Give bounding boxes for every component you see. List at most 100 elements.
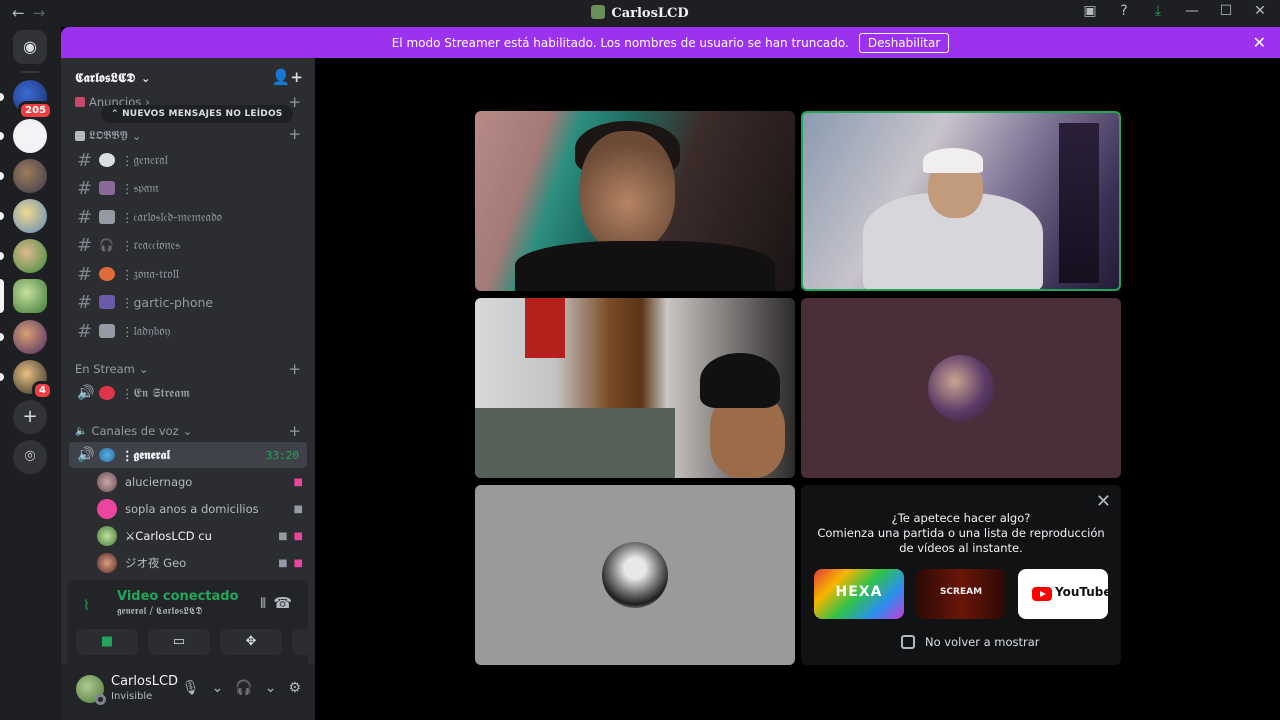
voice-channel-general[interactable]: 🔊 ⋮ 𝖌𝖊𝖓𝖊𝖗𝖆𝖑 33:20 — [69, 442, 307, 468]
close-icon[interactable]: ✕ — [1096, 491, 1111, 512]
explore-servers-button[interactable]: ⌾ — [13, 440, 47, 474]
noise-suppression-icon[interactable]: ⫴ — [260, 596, 266, 612]
forward-arrow-icon[interactable]: → — [33, 4, 46, 22]
avatar — [97, 472, 117, 492]
settings-gear-icon[interactable]: ⚙ — [288, 680, 301, 696]
close-banner-icon[interactable]: ✕ — [1253, 33, 1266, 52]
add-channel-icon[interactable]: + — [288, 125, 301, 143]
category-en-stream[interactable]: En Stream ⌄ — [75, 362, 148, 376]
video-tile-speaking[interactable] — [801, 111, 1121, 291]
video-tile[interactable] — [475, 111, 795, 291]
activity-card-hexa[interactable]: HEXA — [814, 569, 904, 619]
hash-icon: # — [77, 206, 93, 228]
video-tile[interactable] — [475, 298, 795, 478]
mention-badge: 205 — [18, 101, 53, 120]
activity-card-scream[interactable]: SCREAM — [916, 569, 1006, 619]
server-icon-4[interactable] — [0, 199, 47, 233]
channel-memeado[interactable]: # ⋮ 𝔠𝔞𝔯𝔩𝔬𝔰𝔩𝔠𝔡-𝔪𝔢𝔪𝔢𝔞𝔡𝔬 — [69, 203, 307, 231]
video-stage: ✕ ¿Te apetece hacer algo? Comienza una p… — [315, 58, 1280, 720]
maximize-button[interactable]: ☐ — [1214, 3, 1238, 19]
avatar — [97, 526, 117, 546]
help-icon[interactable]: ? — [1112, 3, 1136, 19]
disconnect-icon[interactable]: ☎ — [273, 594, 292, 612]
voice-connected-panel: ⌇ Video conectado 𝖌𝖊𝖓𝖊𝖗𝖆𝖑 / 𝕮𝖆𝖗𝖑𝖔𝖘𝕷𝕮𝕯 ⫴ … — [67, 580, 354, 664]
server-icon-1[interactable]: 205 — [0, 80, 53, 120]
channel-ladyboy[interactable]: # ⋮ 𝔩𝔞𝔡𝔶𝔟𝔬𝔶 — [69, 317, 307, 345]
activity-description: Comienza una partida o una lista de repr… — [817, 526, 1105, 555]
channel-general[interactable]: # ⋮ 𝔤𝔢𝔫𝔢𝔯𝔞𝔩 — [69, 146, 307, 174]
window-controls: ▣ ? ⤓ — ☐ ✕ — [1078, 3, 1272, 19]
category-lobby[interactable]: 𝕷𝕺𝕭𝕭𝖄 ⌄ — [75, 128, 141, 143]
add-channel-icon[interactable]: + — [288, 422, 301, 440]
minimize-button[interactable]: — — [1180, 3, 1204, 19]
user-status: Invisible — [111, 691, 153, 702]
server-icon-3[interactable] — [0, 159, 47, 193]
download-icon[interactable]: ⤓ — [1146, 3, 1170, 19]
category-voice[interactable]: 🔈 Canales de voz ⌄ — [75, 424, 192, 438]
server-icon-8[interactable]: 4 — [0, 360, 53, 400]
username[interactable]: CarlosLCD — [111, 674, 178, 689]
game-controller-icon: ■ — [293, 557, 303, 569]
voice-user[interactable]: ⚔CarlosLCD cu ■ ■ — [97, 524, 307, 548]
voice-location[interactable]: 𝖌𝖊𝖓𝖊𝖗𝖆𝖑 / 𝕮𝖆𝖗𝖑𝖔𝖘𝕷𝕮𝕯 — [117, 606, 202, 617]
person-icon — [99, 181, 115, 195]
checkbox[interactable] — [901, 635, 915, 649]
phone-icon — [99, 295, 115, 309]
status-indicator — [95, 694, 106, 705]
channel-zona-troll[interactable]: # ⋮ 𝔷𝔬𝔫𝔞-𝔱𝔯𝔬𝔩𝔩 — [69, 260, 307, 288]
server-avatar — [13, 320, 47, 354]
add-server-button[interactable]: + — [13, 400, 47, 434]
unread-dot — [0, 172, 4, 180]
active-indicator — [0, 279, 4, 313]
voice-status[interactable]: Video conectado — [117, 589, 239, 604]
home-button[interactable]: ◉ — [13, 30, 47, 64]
hash-icon: # — [77, 291, 93, 313]
server-icon-active[interactable] — [0, 279, 47, 313]
mention-badge: 4 — [32, 381, 53, 400]
channel-en-stream[interactable]: 🔊 ⋮ 𝕰𝖓 𝕾𝖙𝖗𝖊𝖆𝖒 — [69, 379, 307, 407]
hash-icon: # — [77, 320, 93, 342]
megaphone-icon — [75, 97, 85, 107]
close-window-button[interactable]: ✕ — [1248, 3, 1272, 19]
activity-card-youtube[interactable]: YouTube — [1018, 569, 1108, 619]
hash-icon: # — [77, 263, 93, 285]
microphone-icon[interactable]: 🎙 — [182, 680, 200, 696]
activity-question: ¿Te apetece hacer algo? — [891, 511, 1031, 525]
guild-header[interactable]: 𝕮𝖆𝖗𝖑𝖔𝖘𝕷𝕮𝕯 ⌄ 👤+ — [61, 58, 315, 98]
globe-icon — [99, 448, 115, 462]
chevron-down-icon[interactable]: ⌄ — [265, 680, 277, 696]
channel-gartic-phone[interactable]: # ⋮ gartic-phone — [69, 288, 307, 316]
channel-reacciones[interactable]: # 🎧 ⋮ 𝔯𝔢𝔞𝔠𝔠𝔦𝔬𝔫𝔢𝔰 — [69, 231, 307, 259]
server-icon-7[interactable] — [0, 320, 47, 354]
participant-avatar — [602, 542, 668, 608]
screen-share-button[interactable]: ▭ — [148, 629, 210, 655]
dont-show-again-checkbox[interactable]: No volver a mostrar — [901, 635, 1040, 649]
chevron-down-icon: ⌄ — [141, 71, 151, 85]
voice-user[interactable]: aluciernago ■ — [97, 470, 307, 494]
server-icon-5[interactable] — [0, 239, 47, 273]
voice-user[interactable]: ジオ夜 Geo ■ ■ — [97, 551, 307, 575]
chevron-down-icon[interactable]: ⌄ — [212, 680, 224, 696]
disable-streamer-button[interactable]: Deshabilitar — [858, 32, 950, 53]
back-arrow-icon[interactable]: ← — [12, 4, 25, 22]
headphones-icon[interactable]: 🎧 — [235, 680, 252, 696]
invite-people-icon[interactable]: 👤+ — [272, 68, 303, 86]
add-channel-icon[interactable]: + — [288, 360, 301, 378]
new-messages-pill[interactable]: ⌃ NUEVOS MENSAJES NO LEÍDOS — [101, 105, 293, 123]
channel-spam[interactable]: # ⋮ 𝔰𝔭𝔞𝔪 — [69, 174, 307, 202]
voice-user[interactable]: sopla anos a domicilios ■ — [97, 497, 307, 521]
audio-tile[interactable] — [475, 485, 795, 665]
inbox-icon[interactable]: ▣ — [1078, 3, 1102, 19]
game-controller-icon: ■ — [293, 476, 303, 488]
server-icon-2[interactable] — [0, 119, 47, 153]
signal-icon[interactable]: ⌇ — [83, 598, 90, 614]
camera-icon: ■ — [278, 530, 288, 542]
nav-buttons: ← → — [12, 4, 45, 22]
audio-tile[interactable] — [801, 298, 1121, 478]
server-avatar — [13, 159, 47, 193]
guild-name: 𝕮𝖆𝖗𝖑𝖔𝖘𝕷𝕮𝕯 — [75, 70, 136, 86]
activities-button[interactable]: ✥ — [220, 629, 282, 655]
participant-avatar — [928, 355, 994, 421]
camera-button[interactable]: ■ — [76, 629, 138, 655]
user-avatar[interactable] — [76, 675, 106, 705]
